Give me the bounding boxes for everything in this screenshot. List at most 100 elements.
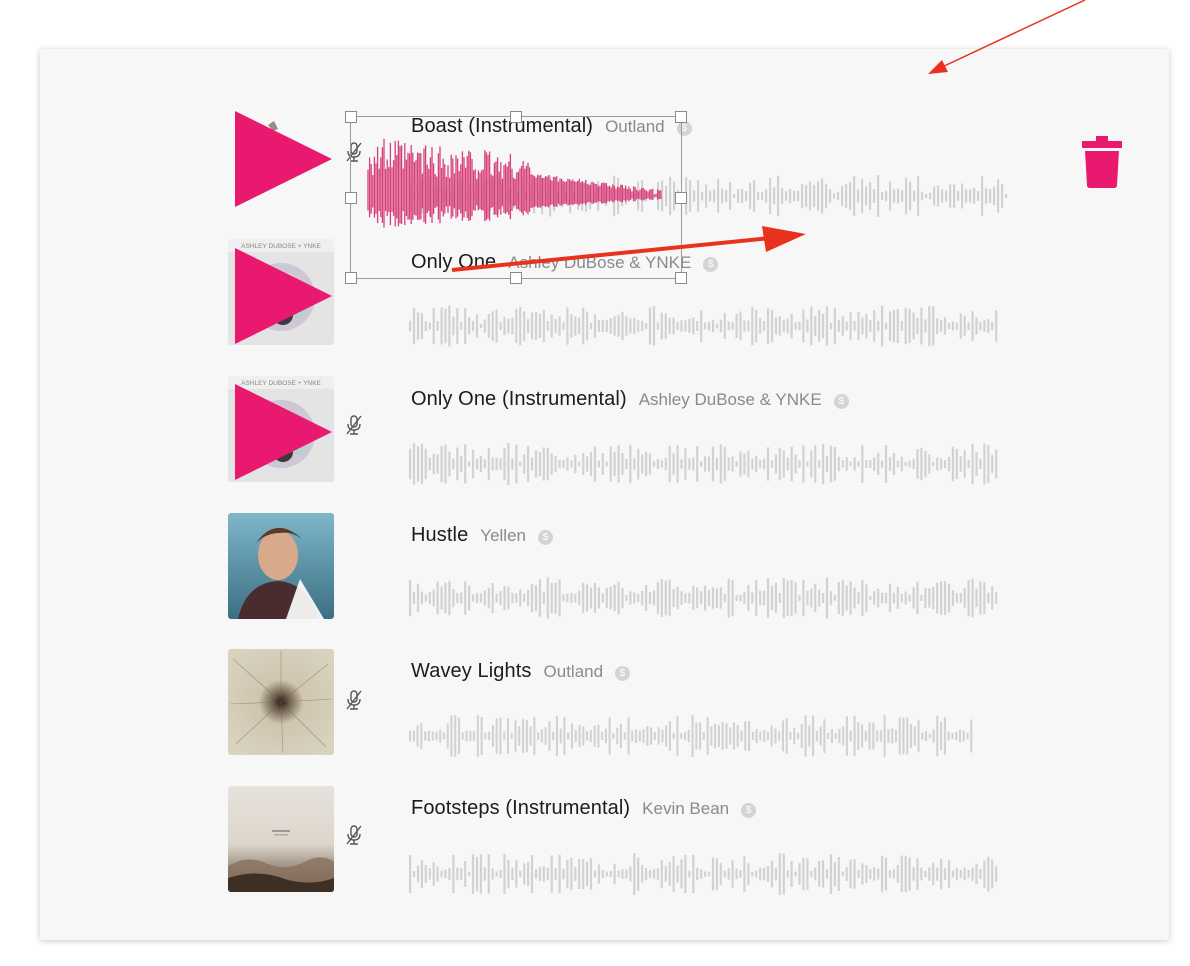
waveform-bar — [518, 726, 521, 746]
waveform-bar — [971, 311, 974, 341]
waveform-bar — [684, 320, 687, 332]
waveform-bar — [881, 192, 884, 200]
waveform-bar — [617, 445, 620, 483]
waveform-bar — [656, 868, 659, 880]
waveform-bar — [471, 854, 475, 894]
waveform-bar — [660, 312, 663, 340]
waveform-bar — [849, 461, 852, 467]
waveform-bar — [829, 854, 833, 894]
resize-handle[interactable] — [345, 272, 357, 284]
waveform[interactable] — [409, 714, 1009, 758]
waveform-bar — [680, 591, 683, 605]
waveform-bar — [527, 862, 530, 886]
waveform-bar — [495, 871, 498, 877]
waveform-bar — [786, 870, 789, 878]
waveform-bar — [562, 459, 565, 469]
resize-handle[interactable] — [345, 111, 357, 123]
waveform-bar — [883, 715, 886, 757]
play-icon[interactable] — [235, 111, 332, 207]
track-title[interactable]: Hustle — [411, 524, 468, 547]
track-title[interactable]: Footsteps (Instrumental) — [411, 797, 630, 820]
waveform-bar — [751, 458, 754, 470]
play-icon[interactable] — [235, 384, 332, 480]
waveform-bar — [955, 731, 958, 741]
waveform-bar — [790, 579, 793, 617]
waveform-bar — [510, 733, 513, 739]
waveform[interactable] — [409, 304, 1009, 348]
resize-handle[interactable] — [510, 111, 522, 123]
waveform-bar — [853, 587, 856, 609]
waveform-bar — [881, 592, 884, 604]
waveform-bar — [739, 870, 742, 878]
waveform-bar — [770, 725, 773, 747]
waveform-bar — [904, 461, 907, 467]
waveform-bar — [893, 189, 896, 203]
track-artist[interactable]: Ashley DuBose & YNKE — [639, 390, 822, 410]
waveform-bar — [727, 578, 730, 618]
waveform-bar — [707, 321, 711, 331]
waveform-bar — [641, 321, 644, 332]
trash-icon[interactable] — [1082, 136, 1122, 188]
waveform-bar — [909, 181, 912, 211]
waveform-bar — [865, 865, 868, 884]
waveform-bar — [680, 733, 683, 739]
waveform-bar — [861, 724, 864, 748]
waveform-bar — [822, 593, 825, 603]
waveform-bar — [841, 460, 844, 468]
resize-handle[interactable] — [675, 192, 687, 204]
waveform-bar — [519, 870, 522, 878]
waveform-bar — [672, 732, 675, 740]
waveform-bar — [745, 190, 748, 202]
waveform-bar — [617, 870, 620, 878]
waveform-bar — [570, 592, 573, 604]
waveform-bar — [542, 592, 545, 604]
play-icon[interactable] — [235, 248, 332, 344]
selection-box[interactable] — [350, 116, 682, 279]
waveform-bar — [491, 457, 494, 471]
track-artist[interactable]: Outland — [544, 662, 604, 682]
waveform-bar — [657, 727, 660, 745]
waveform-bar — [896, 308, 899, 344]
waveform-bar — [537, 732, 540, 740]
waveform-bar — [905, 177, 908, 215]
resize-handle[interactable] — [675, 111, 687, 123]
waveform-bar — [554, 456, 557, 472]
waveform-bar — [601, 320, 604, 332]
waveform[interactable] — [409, 852, 1009, 896]
album-art-hustle[interactable] — [228, 513, 334, 619]
waveform-bar — [979, 581, 982, 615]
resize-handle[interactable] — [345, 192, 357, 204]
waveform-bar — [735, 868, 738, 880]
waveform-bar — [894, 729, 897, 743]
track-artist[interactable]: Yellen — [480, 526, 526, 546]
waveform-bar — [664, 580, 667, 616]
album-art-footsteps[interactable] — [228, 786, 334, 892]
waveform-bar — [814, 315, 817, 336]
waveform-bar — [719, 319, 722, 333]
waveform[interactable] — [409, 576, 1009, 620]
waveform-bar — [554, 319, 557, 333]
waveform-bar — [849, 581, 852, 615]
waveform-bar — [593, 446, 597, 482]
waveform-bar — [924, 319, 927, 333]
resize-handle[interactable] — [675, 272, 687, 284]
waveform[interactable] — [409, 442, 1009, 486]
waveform-bar — [554, 868, 557, 880]
track-title[interactable]: Wavey Lights — [411, 660, 532, 683]
waveform-bar — [797, 190, 800, 202]
waveform-bar — [550, 855, 553, 893]
waveform-bar — [676, 865, 679, 883]
waveform-bar — [822, 443, 825, 485]
album-art-wavey-lights[interactable] — [228, 649, 334, 755]
waveform-bar — [977, 190, 980, 202]
waveform-bar — [841, 871, 844, 877]
waveform-bar — [731, 579, 734, 617]
waveform-bar — [680, 459, 683, 469]
track-title[interactable]: Only One (Instrumental) — [411, 388, 627, 411]
waveform-bar — [562, 322, 565, 330]
waveform-bar — [936, 715, 939, 757]
track-artist[interactable]: Kevin Bean — [642, 799, 729, 819]
waveform-bar — [833, 447, 836, 481]
waveform-bar — [552, 731, 555, 741]
resize-handle[interactable] — [510, 272, 522, 284]
